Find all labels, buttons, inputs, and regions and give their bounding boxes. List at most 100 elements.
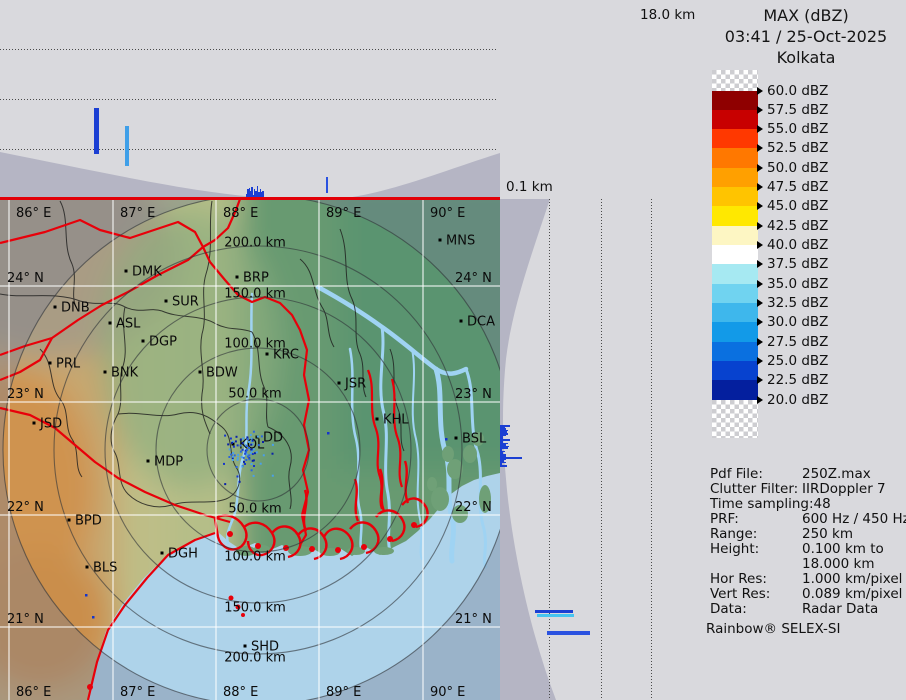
metadata-label: Height: <box>710 541 759 557</box>
legend-tick-arrow-icon <box>757 299 763 307</box>
echo-pixel <box>231 442 233 444</box>
echo-pixel <box>228 456 230 458</box>
echo-pixel <box>251 463 253 465</box>
legend-value: 27.5 dBZ <box>767 334 828 350</box>
legend-entry: 22.5 dBZ <box>757 372 828 388</box>
legend-value: 50.0 dBZ <box>767 160 828 176</box>
ns-cross-section-panel <box>500 199 706 700</box>
legend-band <box>712 168 758 188</box>
echo-pixel <box>240 445 242 447</box>
echo-pixel <box>263 454 265 456</box>
metadata-label: Hor Res: <box>710 571 767 587</box>
echo-pixel <box>250 452 252 454</box>
beam-blind-wedge <box>500 199 556 700</box>
legend-band <box>712 148 758 168</box>
echo-pixel <box>227 443 229 445</box>
echo-pixel <box>272 444 274 446</box>
legend-entry: 37.5 dBZ <box>757 256 828 272</box>
echo-pixel <box>253 431 255 433</box>
metadata-value: 250Z.max <box>802 466 871 482</box>
radar-map: 86° E86° E87° E87° E88° E88° E89° E89° E… <box>0 199 500 700</box>
metadata-label: Clutter Filter: <box>710 481 798 497</box>
legend-entry: 42.5 dBZ <box>757 218 828 234</box>
height-gridline-9km <box>0 99 497 100</box>
longitude-label-top: 90° E <box>430 206 465 221</box>
longitude-label-top: 86° E <box>16 206 51 221</box>
echo-pixel <box>224 483 226 485</box>
legend-value: 25.0 dBZ <box>767 353 828 369</box>
longitude-label-bottom: 89° E <box>326 685 361 700</box>
legend-tick-arrow-icon <box>757 183 763 191</box>
metadata-label: PRF: <box>710 511 739 527</box>
city-label: KRC <box>273 348 299 363</box>
legend-tick-arrow-icon <box>757 338 763 346</box>
city-label: DD <box>263 431 283 446</box>
echo-pixel <box>251 469 253 471</box>
echo-pixel <box>261 435 263 437</box>
city-label: BNK <box>111 366 139 381</box>
legend-value: 22.5 dBZ <box>767 372 828 388</box>
legend-value: 32.5 dBZ <box>767 295 828 311</box>
echo-pixel <box>253 475 255 477</box>
echo-pixel <box>233 446 235 448</box>
metadata-value: 0.100 km to <box>802 541 884 557</box>
city-label: DNB <box>61 301 90 316</box>
echo-pixel <box>224 435 226 437</box>
echo-pixel <box>239 481 241 483</box>
city-dot <box>460 320 463 323</box>
legend-title-block: MAX (dBZ) 03:41 / 25-Oct-2025 Kolkata <box>706 5 906 68</box>
echo-pixel <box>258 444 260 446</box>
longitude-label-top: 88° E <box>223 206 258 221</box>
legend-value: 37.5 dBZ <box>767 256 828 272</box>
echo-pixel <box>232 452 234 454</box>
echo-pixel <box>272 453 274 455</box>
product-datetime: 03:41 / 25-Oct-2025 <box>706 26 906 47</box>
echo-pixel <box>92 616 95 619</box>
echo-pixel <box>248 447 250 449</box>
echo-pixel <box>232 459 234 461</box>
echo-pixel <box>235 440 237 442</box>
ew-echo-bar <box>326 177 328 193</box>
city-dot <box>68 519 71 522</box>
echo-pixel <box>251 449 253 451</box>
longitude-label-bottom: 90° E <box>430 685 465 700</box>
city-dot <box>236 276 239 279</box>
longitude-label-bottom: 86° E <box>16 685 51 700</box>
station-name: Kolkata <box>706 47 906 68</box>
range-ring-label: 200.0 km <box>224 236 286 251</box>
echo-pixel <box>245 451 247 453</box>
latitude-label-left: 22° N <box>7 500 44 515</box>
legend-value: 30.0 dBZ <box>767 314 828 330</box>
echo-pixel <box>223 463 225 465</box>
legend-value: 35.0 dBZ <box>767 276 828 292</box>
legend-tick-arrow-icon <box>757 202 763 210</box>
echo-pixel <box>237 457 239 459</box>
city-dot <box>161 552 164 555</box>
radar-display-window: 18.0 km 0.1 km MAX (dBZ) 03:41 / 25-Oct-… <box>0 0 906 700</box>
range-ring-label: 100.0 km <box>224 550 286 565</box>
ew-echo-bar <box>94 108 99 154</box>
city-dot <box>165 300 168 303</box>
ns-echo-dash <box>547 631 590 635</box>
legend-band <box>712 245 758 265</box>
legend-tick-arrow-icon <box>757 280 763 288</box>
echo-pixel <box>246 453 248 455</box>
software-credit: Rainbow® SELEX-SI <box>706 621 840 637</box>
legend-entry: 50.0 dBZ <box>757 160 828 176</box>
legend-band <box>712 342 758 362</box>
min-height-label: 0.1 km <box>506 179 553 195</box>
legend-transparent-band <box>712 70 758 91</box>
city-label: DMK <box>132 265 162 280</box>
echo-pixel <box>252 453 254 455</box>
echo-pixel <box>85 594 88 597</box>
echo-pixel <box>237 444 239 446</box>
echo-pixel <box>253 465 255 467</box>
legend-band <box>712 380 758 400</box>
metadata-label: Data: <box>710 601 747 617</box>
legend-entry: 45.0 dBZ <box>757 198 828 214</box>
echo-pixel <box>252 440 254 442</box>
latitude-label-left: 24° N <box>7 271 44 286</box>
echo-pixel <box>246 436 248 438</box>
legend-entry: 60.0 dBZ <box>757 83 828 99</box>
echo-pixel <box>242 449 244 451</box>
